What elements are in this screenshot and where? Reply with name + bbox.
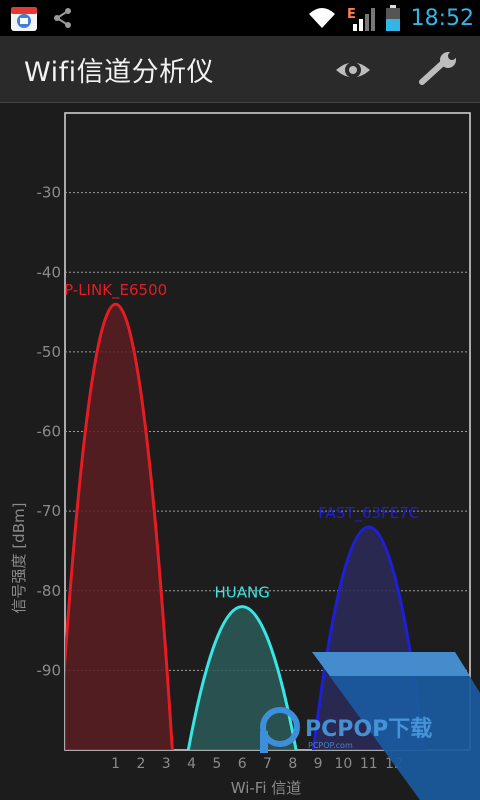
wifi-icon — [308, 8, 335, 28]
status-clock: 18:52 — [410, 5, 474, 31]
settings-button[interactable] — [416, 52, 460, 92]
channel-graph-area: -30-40-50-60-70-80-90 123456789101112 P-… — [0, 103, 480, 800]
battery-icon — [385, 5, 400, 31]
share-icon — [54, 8, 71, 28]
network-type-label: E — [347, 7, 356, 22]
status-bar: E 18:52 — [0, 0, 480, 36]
app-title: Wifi信道分析仪 — [24, 57, 215, 88]
eye-icon — [336, 62, 370, 78]
eye-button[interactable] — [334, 52, 372, 92]
watermark-logo-icon — [260, 707, 300, 747]
watermark: PCPOP下载 PCPOP.com — [260, 652, 480, 800]
app-notification-icon — [11, 7, 37, 31]
action-bar: Wifi信道分析仪 — [0, 36, 480, 103]
watermark-brand: PCPOP下载 — [305, 716, 432, 742]
status-left — [10, 4, 74, 32]
wrench-icon — [419, 52, 456, 85]
status-right: E 18:52 — [307, 0, 474, 36]
signal-icon: E — [347, 7, 375, 31]
watermark-sub: PCPOP.com — [308, 741, 353, 750]
